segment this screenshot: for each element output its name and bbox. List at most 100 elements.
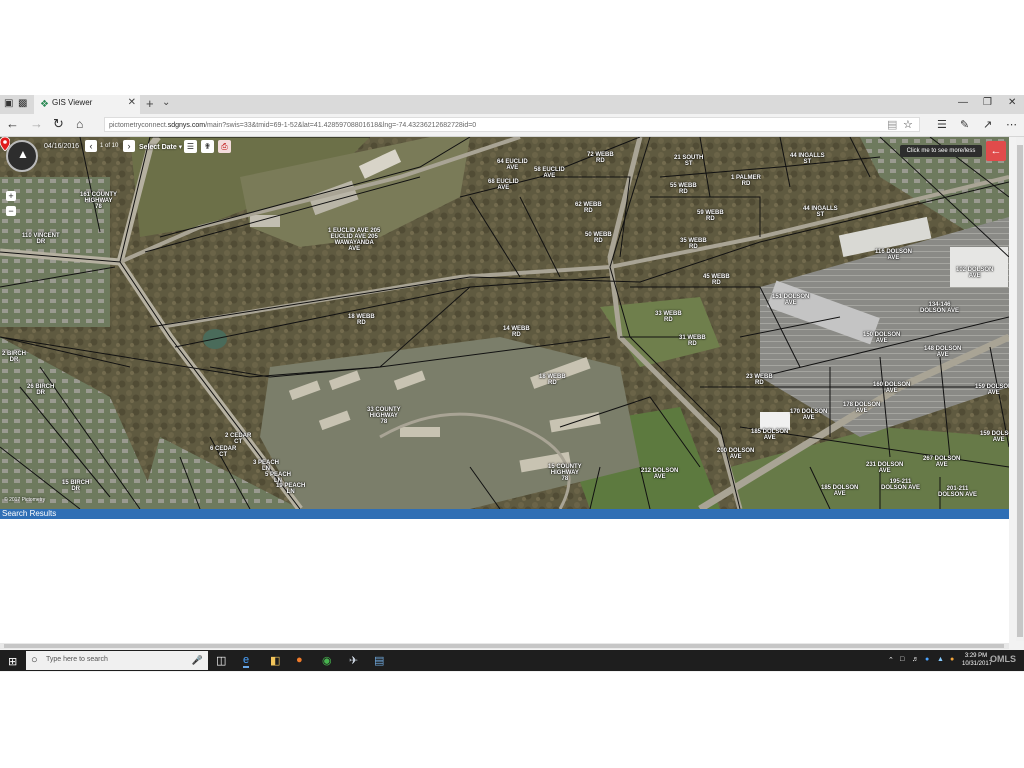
window-close-icon[interactable]: ✕	[1008, 97, 1016, 108]
layers-icon[interactable]: ☰	[184, 140, 197, 153]
back-icon[interactable]: ←	[6, 117, 19, 131]
measure-icon[interactable]: ✟	[201, 140, 214, 153]
shield-icon[interactable]: ▲	[937, 656, 944, 663]
parcel-label[interactable]: 1 PALMER RD	[731, 175, 761, 187]
parcel-label[interactable]: 15 COUNTY HIGHWAY 78	[548, 464, 582, 482]
parcel-label[interactable]: 160 DOLSON AVE	[873, 382, 910, 394]
more-icon[interactable]: ⋯	[1006, 118, 1017, 131]
favorite-star-icon[interactable]: ☆	[903, 118, 913, 131]
page-scrollbar[interactable]	[1016, 137, 1024, 641]
parcel-label[interactable]: 2 CEDAR CT	[225, 433, 251, 445]
task-view-icon[interactable]: ◫	[216, 654, 226, 667]
parcel-label[interactable]: 72 WEBB RD	[587, 152, 614, 164]
parcel-label[interactable]: 159 DOLSON AVE	[975, 384, 1009, 396]
notification-app-icon[interactable]: ●	[950, 656, 954, 663]
parcel-label[interactable]: 195-211 DOLSON AVE	[881, 479, 920, 491]
previous-image-button[interactable]: ‹	[85, 140, 97, 152]
new-tab-icon[interactable]: +	[146, 96, 154, 111]
windows-start-icon[interactable]: ⊞	[8, 655, 17, 668]
parcel-label[interactable]: 185 DOLSON AVE	[821, 485, 858, 497]
volume-icon[interactable]: ♬	[912, 656, 919, 663]
parcel-label[interactable]: 44 INGALLS ST	[790, 153, 825, 165]
parcel-label[interactable]: 3 PEACH LN	[253, 460, 279, 472]
parcel-label[interactable]: 102 DOLSON AVE	[956, 267, 993, 279]
restore-icon[interactable]: ❐	[983, 97, 992, 108]
parcel-label[interactable]: 58 EUCLID AVE	[534, 167, 565, 179]
url-field[interactable]: pictometryconnect.sdgnys.com/main?swis=3…	[104, 117, 920, 132]
favorites-hub-icon[interactable]: ☰	[937, 118, 947, 131]
parcel-label[interactable]: 68 EUCLID AVE	[488, 179, 519, 191]
parcel-label[interactable]: 212 DOLSON AVE	[641, 468, 678, 480]
next-image-button[interactable]: ›	[123, 140, 135, 152]
select-date-dropdown[interactable]: Select Date ▾	[139, 143, 182, 151]
parcel-label[interactable]: 200 DOLSON AVE	[717, 448, 754, 460]
parcel-label[interactable]: 15 BIRCH DR	[62, 480, 89, 492]
tab-actions-icon[interactable]: ▣	[4, 99, 14, 109]
parcel-label[interactable]: 2 BIRCH DR	[2, 351, 26, 363]
parcel-label[interactable]: 55 WEBB RD	[670, 183, 697, 195]
parcel-label[interactable]: 45 WEBB RD	[703, 274, 730, 286]
parcel-label[interactable]: 64 EUCLID AVE	[497, 159, 528, 171]
zoom-in-button[interactable]: +	[6, 191, 16, 201]
refresh-icon[interactable]: ↻	[53, 117, 64, 131]
tab-gis-viewer[interactable]: ❖ GIS Viewer ✕	[34, 95, 140, 114]
parcel-label[interactable]: 116 DOLSON AVE	[875, 249, 912, 261]
parcel-label[interactable]: 19 PEACH LN	[276, 483, 305, 495]
parcel-label[interactable]: 178 DOLSON AVE	[843, 402, 880, 414]
aerial-map[interactable]: 161 COUNTY HIGHWAY 78 110 VINCENT DR 64 …	[0, 137, 1009, 509]
parcel-label[interactable]: 18 WEBB RD	[348, 314, 375, 326]
compass-icon[interactable]: ▲	[6, 140, 38, 172]
microphone-icon[interactable]: 🎤	[192, 655, 203, 666]
web-note-icon[interactable]: ✎	[960, 118, 969, 131]
scrollbar-thumb[interactable]	[1017, 145, 1023, 637]
parcel-label[interactable]: 6 CEDAR CT	[210, 446, 236, 458]
parcel-label[interactable]: 267 DOLSON AVE	[923, 456, 960, 468]
minimize-icon[interactable]: —	[958, 97, 968, 108]
parcel-label[interactable]: 185 DOLSON AVE	[751, 429, 788, 441]
share-icon[interactable]: ↗	[983, 118, 992, 131]
network-icon[interactable]: □	[900, 656, 904, 663]
parcel-label[interactable]: 21 SOUTH ST	[674, 155, 703, 167]
parcel-label[interactable]: 59 WEBB RD	[697, 210, 724, 222]
parcel-label[interactable]: 33 WEBB RD	[655, 311, 682, 323]
print-icon[interactable]: ⎙	[218, 140, 231, 153]
reading-view-icon[interactable]: ▤	[887, 118, 897, 131]
parcel-label[interactable]: 62 WEBB RD	[575, 202, 602, 214]
horizontal-scrollbar[interactable]	[0, 643, 1009, 649]
parcel-label[interactable]: 1 EUCLID AVE 205 EUCLID AVE 205 WAWAYAND…	[328, 228, 380, 252]
chrome-icon[interactable]: ◉	[322, 654, 332, 667]
app-icon[interactable]: ✈	[349, 654, 358, 667]
firefox-icon[interactable]: ●	[296, 654, 303, 666]
security-icon[interactable]: ●	[925, 656, 929, 663]
toggle-panel-button[interactable]: ←	[986, 141, 1006, 161]
tab-preview-icon[interactable]: ▩	[18, 99, 28, 109]
word-app-icon[interactable]: ▤	[374, 654, 384, 667]
hscroll-thumb[interactable]	[4, 644, 1004, 648]
parcel-label[interactable]: 161 COUNTY HIGHWAY 78	[80, 192, 117, 210]
system-clock[interactable]: 3:29 PM 10/31/2017	[962, 652, 992, 668]
parcel-label[interactable]: 33 COUNTY HIGHWAY 78	[367, 407, 401, 425]
parcel-label[interactable]: 231 DOLSON AVE	[866, 462, 903, 474]
parcel-label[interactable]: 23 WEBB RD	[746, 374, 773, 386]
tray-chevron-icon[interactable]: ⌃	[888, 656, 894, 664]
tab-list-chevron-icon[interactable]: ⌄	[162, 97, 170, 108]
parcel-label[interactable]: 50 WEBB RD	[585, 232, 612, 244]
close-tab-icon[interactable]: ✕	[128, 97, 136, 108]
home-icon[interactable]: ⌂	[76, 117, 83, 131]
forward-icon[interactable]: →	[30, 117, 43, 131]
parcel-label[interactable]: 31 WEBB RD	[679, 335, 706, 347]
parcel-label[interactable]: 110 VINCENT DR	[22, 233, 60, 245]
parcel-label[interactable]: 35 WEBB RD	[680, 238, 707, 250]
parcel-label[interactable]: 14 WEBB RD	[503, 326, 530, 338]
parcel-label[interactable]: 159 DOLSON AVE	[980, 431, 1009, 443]
parcel-label[interactable]: 170 DOLSON AVE	[790, 409, 827, 421]
parcel-label[interactable]: 148 DOLSON AVE	[924, 346, 961, 358]
parcel-label[interactable]: 150 DOLSON AVE	[863, 332, 900, 344]
parcel-label[interactable]: 18 WEBB RD	[539, 374, 566, 386]
parcel-label[interactable]: 44 INGALLS ST	[803, 206, 838, 218]
zoom-out-button[interactable]: −	[6, 206, 16, 216]
parcel-label[interactable]: 201-211 DOLSON AVE	[938, 486, 977, 498]
parcel-label[interactable]: 134-146 DOLSON AVE	[920, 302, 959, 314]
parcel-label[interactable]: 26 BIRCH DR	[27, 384, 54, 396]
parcel-label[interactable]: 151 DOLSON AVE	[772, 294, 809, 306]
